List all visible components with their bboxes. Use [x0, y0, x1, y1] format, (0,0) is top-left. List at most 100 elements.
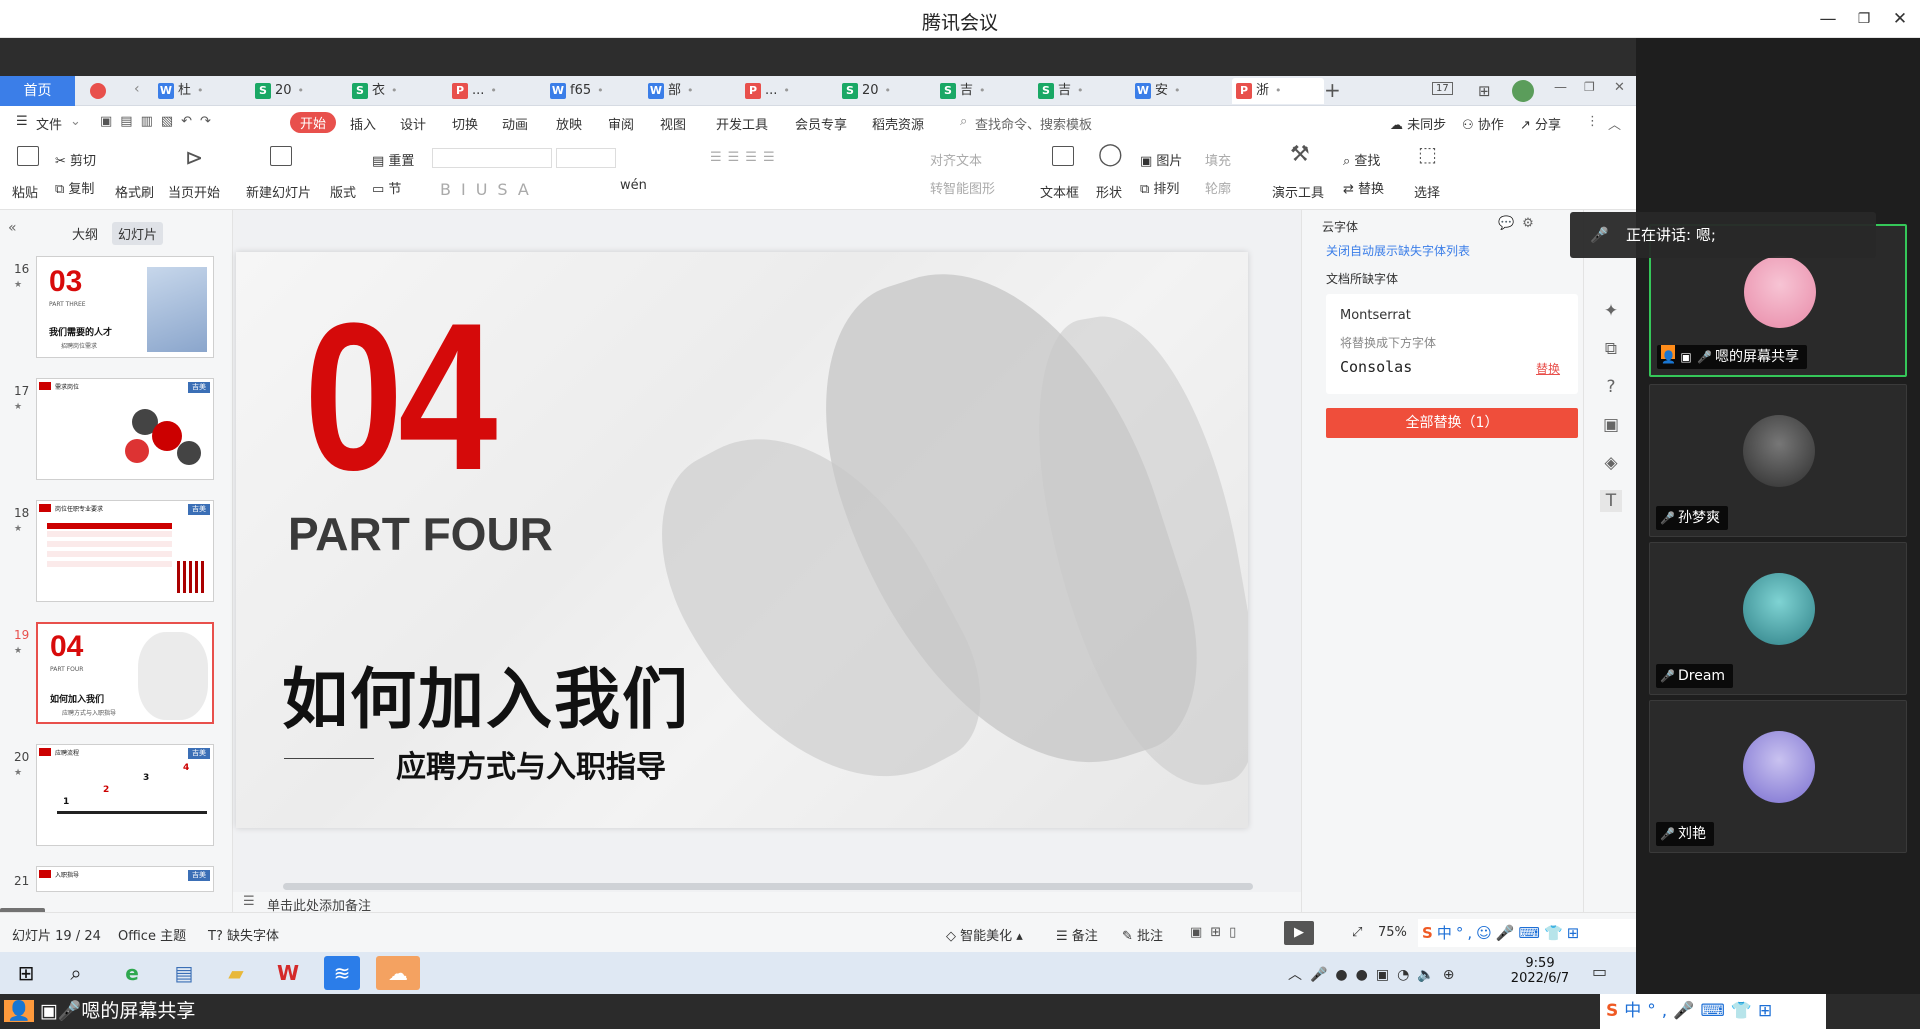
- location-icon[interactable]: ◈: [1600, 452, 1622, 474]
- slide-thumbnail-16[interactable]: 03 PART THREE 我们需要的人才 招聘岗位需求: [36, 256, 214, 358]
- slide-thumbnail-17[interactable]: 需求岗位 吉美: [36, 378, 214, 480]
- document-tab[interactable]: S 吉 •: [940, 78, 1032, 104]
- font-icon[interactable]: T: [1600, 490, 1622, 512]
- slide-thumbnail-18[interactable]: 岗位任职专业要求 吉美: [36, 500, 214, 602]
- clock[interactable]: 9:59 2022/6/7: [1500, 956, 1580, 986]
- new-slide-icon[interactable]: [270, 146, 292, 166]
- notification-icon[interactable]: ▭: [1592, 962, 1607, 981]
- minimize-icon[interactable]: —: [1554, 80, 1567, 95]
- shape-icon[interactable]: ◯: [1098, 142, 1123, 167]
- document-tab[interactable]: S 衣 •: [352, 78, 444, 104]
- paste-icon[interactable]: [17, 146, 39, 166]
- quick-access-icons[interactable]: ▣▤▥▧↶↷: [100, 114, 219, 129]
- user-avatar[interactable]: [1512, 80, 1534, 102]
- replace-all-button[interactable]: 全部替换（1）: [1326, 408, 1578, 438]
- tencent-meeting-icon[interactable]: ≋: [324, 956, 360, 990]
- tab-close-icon[interactable]: •: [298, 84, 305, 97]
- grid-icon[interactable]: ⊞: [1478, 82, 1491, 100]
- close-icon[interactable]: ✕: [1887, 6, 1913, 32]
- zoom-level[interactable]: 75%: [1378, 925, 1407, 940]
- section-button[interactable]: ▭ 节: [372, 178, 401, 197]
- pinyin-button[interactable]: wén: [620, 178, 647, 193]
- theme-name[interactable]: Office 主题: [118, 925, 186, 944]
- document-tab[interactable]: S 吉 •: [1038, 78, 1130, 104]
- format-painter-button[interactable]: 格式刷: [115, 182, 154, 201]
- pin-icon[interactable]: ✦: [1600, 300, 1622, 322]
- restore-icon[interactable]: ❐: [1584, 80, 1595, 94]
- tab-close-icon[interactable]: •: [490, 84, 497, 97]
- wechat-icon[interactable]: ☁: [376, 956, 420, 990]
- comments-toggle[interactable]: ✎ 批注: [1122, 925, 1163, 944]
- menu-tab[interactable]: 切换: [452, 114, 478, 133]
- play-slideshow-button[interactable]: ▶: [1284, 921, 1314, 945]
- paste-button[interactable]: 粘贴: [12, 182, 38, 201]
- collapse-ribbon-icon[interactable]: ︿: [1608, 114, 1621, 133]
- search-icon[interactable]: ⌕: [960, 114, 967, 129]
- folder-icon[interactable]: ▰: [218, 956, 254, 990]
- textbox-icon[interactable]: [1052, 146, 1074, 166]
- document-tab[interactable]: W 杜 •: [158, 78, 250, 104]
- menu-tab[interactable]: 稻壳资源: [872, 114, 924, 133]
- tab-close-icon[interactable]: •: [197, 84, 204, 97]
- document-tab[interactable]: P... •: [745, 78, 837, 104]
- tab-close-icon[interactable]: •: [391, 84, 398, 97]
- wps-icon[interactable]: W: [270, 956, 306, 990]
- participant-tile[interactable]: 🎤 刘艳: [1649, 700, 1907, 853]
- document-tab[interactable]: S 20 •: [255, 78, 347, 104]
- menu-tab[interactable]: 插入: [350, 114, 376, 133]
- play-icon[interactable]: ⊳: [185, 146, 203, 171]
- tab-close-icon[interactable]: •: [1174, 84, 1181, 97]
- smart-beautify-button[interactable]: ◇ 智能美化 ▴: [946, 925, 1023, 944]
- collapse-panel-icon[interactable]: «: [8, 220, 17, 236]
- sync-status[interactable]: ☁ 未同步: [1390, 114, 1446, 133]
- select-icon[interactable]: ⬚: [1418, 142, 1437, 166]
- textbox-button[interactable]: 文本框: [1040, 182, 1079, 201]
- select-button[interactable]: 选择: [1414, 182, 1440, 201]
- document-tab[interactable]: Wf65 •: [550, 78, 642, 104]
- outline-button[interactable]: 轮廓: [1205, 178, 1231, 197]
- font-family-select[interactable]: [432, 148, 552, 168]
- ime-toolbar[interactable]: S中°,☺🎤⌨👕⊞: [1418, 919, 1636, 947]
- file-manager-icon[interactable]: ▤: [166, 956, 202, 990]
- image-edit-icon[interactable]: ▣: [1600, 414, 1622, 436]
- system-tray-icons[interactable]: ︿🎤●●▣◔🔈⊕: [1288, 964, 1462, 984]
- replace-button[interactable]: ⇄ 替换: [1343, 178, 1384, 197]
- tab-scroll-left-icon[interactable]: ‹: [134, 81, 140, 97]
- transition-icon[interactable]: ⧉: [1600, 338, 1622, 360]
- paragraph-icons[interactable]: ☰☰☰☰: [710, 150, 781, 165]
- wps-logo-icon[interactable]: [90, 83, 106, 99]
- tab-home[interactable]: 首页: [0, 76, 75, 106]
- menu-tab[interactable]: 放映: [556, 114, 582, 133]
- reset-button[interactable]: ▤ 重置: [372, 150, 414, 169]
- menu-file[interactable]: 文件: [36, 114, 62, 133]
- horizontal-scrollbar[interactable]: [283, 883, 1253, 890]
- view-mode-icons[interactable]: ▣⊞▯: [1190, 925, 1244, 940]
- tab-close-icon[interactable]: •: [885, 84, 892, 97]
- cut-button[interactable]: ✂ 剪切: [55, 150, 96, 169]
- ime-floating-bar[interactable]: S中°,🎤⌨👕⊞: [1600, 994, 1826, 1029]
- align-text-button[interactable]: 对齐文本: [930, 150, 982, 169]
- ie-browser-icon[interactable]: e: [114, 956, 150, 990]
- tab-slides[interactable]: 幻灯片: [112, 222, 164, 245]
- current-slide[interactable]: 04 PART FOUR 如何加入我们 应聘方式与入职指导: [236, 252, 1248, 828]
- find-button[interactable]: ⌕ 查找: [1343, 150, 1380, 169]
- notes-area[interactable]: ☰ 单击此处添加备注: [233, 892, 1301, 914]
- present-tools-icon[interactable]: ⚒: [1290, 142, 1310, 167]
- participant-tile[interactable]: 🎤 孙梦爽: [1649, 384, 1907, 537]
- menu-tab[interactable]: 动画: [502, 114, 528, 133]
- font-size-select[interactable]: [556, 148, 616, 168]
- command-search-input[interactable]: 查找命令、搜索模板: [975, 114, 1092, 133]
- collab-button[interactable]: ⚇ 协作: [1462, 114, 1504, 133]
- screen-share-indicator[interactable]: 👤 ▣🎤嗯的屏幕共享: [0, 994, 195, 1029]
- fit-icon[interactable]: ⤢: [1352, 925, 1362, 940]
- more-icon[interactable]: ⋮: [1586, 114, 1599, 129]
- slide-thumbnail-20[interactable]: 应聘流程 吉美 1 2 3 4: [36, 744, 214, 846]
- arrange-button[interactable]: ⧉ 排列: [1140, 178, 1179, 197]
- copy-button[interactable]: ⧉ 复制: [55, 178, 94, 197]
- text-style-icons[interactable]: BIUSA: [440, 180, 539, 199]
- present-tools-button[interactable]: 演示工具: [1272, 182, 1324, 201]
- document-tab[interactable]: P... •: [452, 78, 544, 104]
- minimize-icon[interactable]: —: [1815, 6, 1841, 32]
- panel-icons[interactable]: 💬⚙: [1498, 216, 1542, 231]
- participant-tile[interactable]: 🎤 Dream: [1649, 542, 1907, 695]
